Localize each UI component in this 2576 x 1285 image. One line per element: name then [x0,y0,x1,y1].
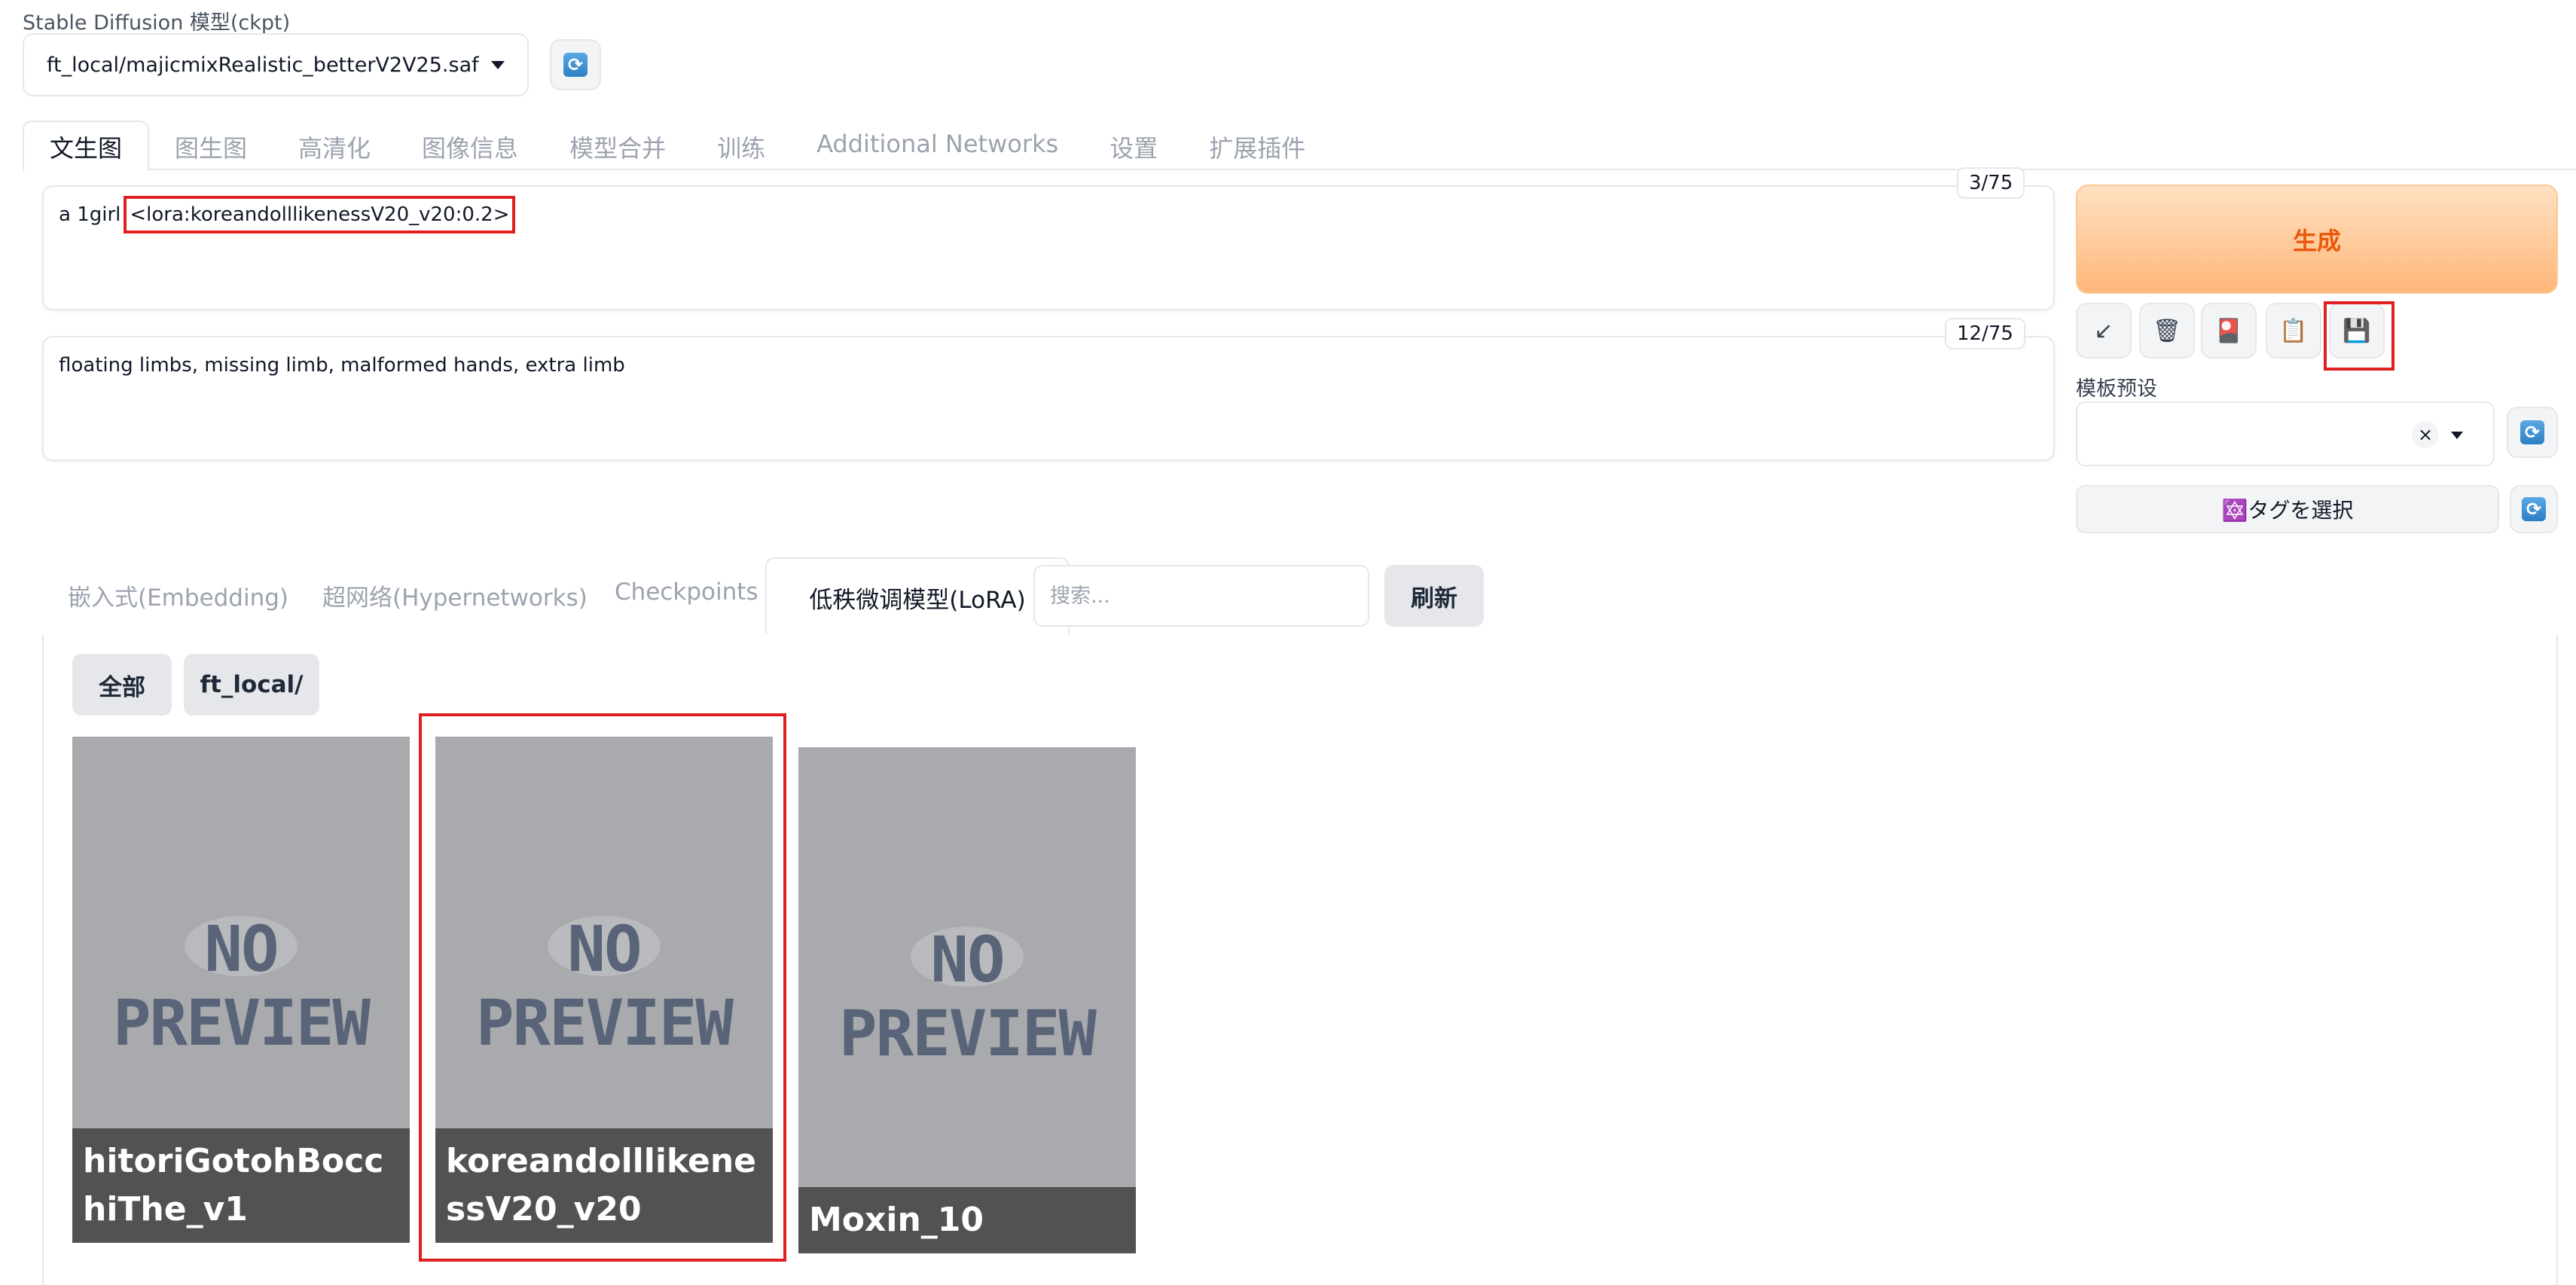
tab-upscale[interactable]: 高清化 [273,121,396,170]
tag-refresh-button[interactable]: ⟳ [2510,485,2558,533]
model-select-value: ft_local/majicmixRealistic_betterV2V25.s… [47,53,479,77]
refresh-button[interactable]: 刷新 [1384,565,1484,627]
negative-prompt-token-counter: 12/75 [1945,318,2025,349]
main-tabs: 文生图 图生图 高清化 图像信息 模型合并 训练 Additional Netw… [23,121,2576,172]
clipboard-icon: 📋 [2279,317,2308,344]
model-label: Stable Diffusion 模型(ckpt) [23,11,291,35]
clear-icon[interactable]: × [2412,421,2439,448]
refresh-icon: ⟳ [563,53,588,77]
preset-select[interactable]: × [2076,401,2495,466]
search-input[interactable] [1033,565,1369,627]
extra-networks-button[interactable]: 🎴 [2201,303,2257,359]
negative-prompt-text: floating limbs, missing limb, malformed … [59,354,625,377]
lora-card-name: Moxin_10 [798,1187,1136,1253]
prompt-token-counter: 3/75 [1957,167,2025,199]
tag-select-button[interactable]: 🔯タグを選択 [2076,485,2499,533]
card-icon: 🎴 [2214,317,2243,344]
tab-settings[interactable]: 设置 [1084,121,1183,170]
lora-card[interactable]: NO PREVIEW Moxin_10 [798,747,1136,1253]
tab-train[interactable]: 训练 [691,121,791,170]
tab-lora[interactable]: 低秩微调模型(LoRA) [765,557,1070,637]
chevron-down-icon [491,60,505,69]
save-button-highlight [2324,301,2394,371]
model-select[interactable]: ft_local/majicmixRealistic_betterV2V25.s… [23,33,529,96]
no-preview-image: NO PREVIEW [112,912,371,1060]
generate-button[interactable]: 生成 [2076,185,2558,294]
refresh-icon: ⟳ [2520,420,2544,444]
lora-card[interactable]: NO PREVIEW hitoriGotohBocchiThe_v1 [72,737,410,1243]
no-preview-image: NO PREVIEW [838,923,1097,1070]
tab-extensions[interactable]: 扩展插件 [1183,121,1331,170]
tab-embedding[interactable]: 嵌入式(Embedding) [68,578,288,612]
filter-all-button[interactable]: 全部 [72,654,172,716]
prompt-prefix: a 1girl [59,203,121,226]
chevron-down-icon [2451,432,2463,439]
apply-style-button[interactable]: 📋 [2266,303,2321,359]
filter-ft-local-button[interactable]: ft_local/ [184,654,319,716]
model-refresh-button[interactable]: ⟳ [550,39,601,90]
lora-card-name: hitoriGotohBocchiThe_v1 [72,1128,410,1243]
tab-txt2img[interactable]: 文生图 [23,121,150,172]
prompt-textarea[interactable]: a 1girl <lora:koreandolllikenessV20_v20:0… [42,185,2055,310]
tab-model-merge[interactable]: 模型合并 [544,121,691,170]
preset-label: 模板预设 [2076,377,2157,401]
paste-params-button[interactable]: ↙ [2076,303,2132,359]
arrow-down-left-icon: ↙ [2094,317,2114,344]
tab-image-info[interactable]: 图像信息 [396,121,544,170]
tab-checkpoints[interactable]: Checkpoints [615,578,758,606]
tab-img2img[interactable]: 图生图 [149,121,273,170]
tab-hypernetworks[interactable]: 超网络(Hypernetworks) [322,578,588,612]
clear-prompt-button[interactable]: 🗑 [2139,303,2195,359]
prompt-text: a 1girl <lora:koreandolllikenessV20_v20:0… [59,196,516,233]
refresh-icon: ⟳ [2522,497,2546,521]
lora-token-highlight: <lora:koreandolllikenessV20_v20:0.2> [124,196,516,233]
tab-additional-networks[interactable]: Additional Networks [791,121,1084,170]
negative-prompt-textarea[interactable]: floating limbs, missing limb, malformed … [42,336,2055,461]
preset-refresh-button[interactable]: ⟳ [2507,407,2558,458]
trash-icon: 🗑 [2152,317,2182,344]
